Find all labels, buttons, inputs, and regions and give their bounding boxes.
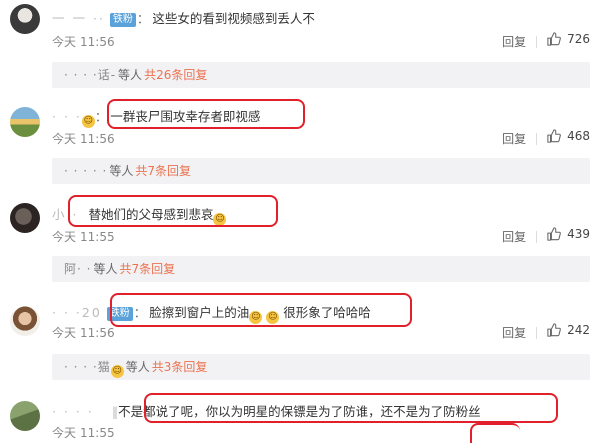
reply-users[interactable]: · · · ·话-: [64, 68, 116, 82]
emoji-icon: ☺: [110, 365, 124, 378]
reply-etc: 等人: [118, 68, 143, 82]
comment-actions: 回复 242: [502, 323, 590, 341]
like-button[interactable]: 468: [547, 129, 590, 143]
timestamp: 今天 11:56: [52, 326, 115, 340]
view-replies-link[interactable]: 共7条回复: [135, 164, 191, 178]
thumbs-up-icon: [547, 32, 561, 46]
replies-bar[interactable]: · · · ·话- 等人 共26条回复: [52, 62, 590, 88]
like-button[interactable]: 726: [547, 32, 590, 46]
replies-bar[interactable]: · · · ·猫 ☺ 等人 共3条回复: [52, 354, 590, 380]
like-count: 468: [567, 129, 590, 143]
separator: ：: [94, 109, 108, 124]
timestamp: 今天 11:56: [52, 132, 115, 146]
reply-button[interactable]: 回复: [502, 35, 526, 49]
timestamp: 今天 11:55: [52, 230, 115, 244]
timestamp: 今天 11:55: [52, 426, 115, 440]
fan-badge[interactable]: 铁粉: [109, 13, 136, 27]
divider: [536, 36, 538, 48]
timestamp: 今天 11:56: [52, 35, 115, 49]
comment-header: 一 一 ·· 铁粉：这些女的看到视频感到丢人不: [52, 8, 315, 27]
reply-button[interactable]: 回复: [502, 132, 526, 146]
highlight-box: [110, 293, 412, 327]
comment-text: 这些女的看到视频感到丢人不: [152, 11, 315, 26]
divider: [536, 133, 538, 145]
reply-users[interactable]: 阿· ·: [64, 262, 91, 276]
highlight-box: [107, 99, 305, 129]
avatar[interactable]: [10, 306, 40, 336]
avatar[interactable]: [10, 203, 40, 233]
reply-etc: 等人: [125, 360, 150, 374]
like-count: 726: [567, 32, 590, 46]
username[interactable]: 一 一 ··: [52, 11, 105, 26]
reply-etc: 等人: [93, 262, 118, 276]
separator: ：: [136, 11, 150, 26]
reply-users[interactable]: · · · · ·: [64, 164, 107, 178]
like-count: 439: [567, 227, 590, 241]
avatar[interactable]: [10, 107, 40, 137]
reply-button[interactable]: 回复: [502, 326, 526, 340]
comment-actions: 回复 726: [502, 32, 590, 50]
thumbs-up-icon: [547, 323, 561, 337]
highlight-box: [144, 393, 558, 423]
divider: [536, 231, 538, 243]
view-replies-link[interactable]: 共3条回复: [152, 360, 208, 374]
view-replies-link[interactable]: 共7条回复: [119, 262, 175, 276]
view-replies-link[interactable]: 共26条回复: [144, 68, 207, 82]
reply-button[interactable]: 回复: [502, 230, 526, 244]
highlight-box: [68, 195, 278, 227]
comment-actions: 回复 468: [502, 129, 590, 147]
reply-etc: 等人: [109, 164, 134, 178]
thumbs-up-icon: [547, 227, 561, 241]
username[interactable]: · · ·: [52, 109, 82, 124]
thumbs-up-icon: [547, 129, 561, 143]
replies-bar[interactable]: · · · · · 等人 共7条回复: [52, 158, 590, 184]
reply-users[interactable]: · · · ·猫: [64, 360, 111, 374]
like-button[interactable]: 439: [547, 227, 590, 241]
like-button[interactable]: 242: [547, 323, 590, 337]
username[interactable]: · · · ·: [52, 404, 94, 419]
like-count: 242: [567, 323, 590, 337]
avatar[interactable]: [10, 4, 40, 34]
highlight-box: [470, 423, 520, 443]
replies-bar[interactable]: 阿· · 等人 共7条回复: [52, 256, 590, 282]
emoji-icon: ☺: [81, 115, 95, 128]
comment-actions: 回复 439: [502, 227, 590, 245]
avatar[interactable]: [10, 401, 40, 431]
username[interactable]: · · ·20: [52, 305, 102, 320]
divider: [536, 327, 538, 339]
